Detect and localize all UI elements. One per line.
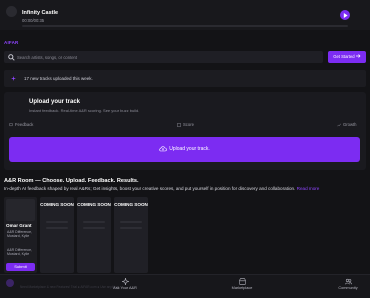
upload-track-button[interactable]: Upload your track. <box>9 137 360 162</box>
chat-icon <box>9 123 13 126</box>
ar-name: Omar Grant <box>6 223 32 228</box>
people-icon <box>344 278 352 285</box>
card-placeholder-line <box>46 221 68 223</box>
ar-photo <box>6 199 35 221</box>
nav-marketplace[interactable]: Marketplace <box>222 278 262 290</box>
nav-ask-ar-label: Ask Your A&R <box>113 286 137 290</box>
get-started-label: Get Started <box>333 54 355 59</box>
play-icon <box>343 12 348 18</box>
arroom-title: A&R Room — Choose. Upload. Feedback. Res… <box>4 178 139 184</box>
upload-track-label: Upload your track. <box>169 146 210 152</box>
nav-community[interactable]: Community <box>328 278 368 290</box>
growth-icon <box>337 123 341 127</box>
bottom-footnote: Need Marketplace & new Features! Trial ●… <box>20 285 119 289</box>
coming-soon-card: COMING SOON <box>114 197 148 273</box>
star-icon <box>177 123 181 127</box>
track-artwork[interactable] <box>6 6 17 17</box>
step-score: Score <box>177 122 194 127</box>
arroom-description: In-depth AI feedback shaped by real A&Rs… <box>4 186 366 191</box>
track-time: 00:00/00:35 <box>22 18 45 23</box>
card-placeholder-line <box>46 227 68 229</box>
sparkle-icon <box>121 278 129 285</box>
track-title: Infinity Castle <box>22 10 59 16</box>
card-placeholder-line <box>83 221 105 223</box>
playback-progress[interactable] <box>22 25 348 27</box>
search-icon <box>8 53 15 61</box>
coming-soon-card: COMING SOON <box>77 197 111 273</box>
ar-tags: A&R Difference, Mustard, Kylie <box>7 230 32 238</box>
arrow-right-icon <box>355 54 361 58</box>
now-playing-bar: Infinity Castle 00:00/00:35 <box>0 0 370 30</box>
card-placeholder-line <box>83 227 105 229</box>
search-input[interactable] <box>17 51 317 63</box>
step-growth: Growth <box>337 122 357 127</box>
cloud-upload-icon <box>159 146 167 152</box>
nav-marketplace-label: Marketplace <box>231 286 253 290</box>
bottom-nav: Need Marketplace & new Features! Trial ●… <box>0 274 370 298</box>
coming-soon-card: COMING SOON <box>40 197 74 273</box>
brand-logo[interactable]: AIFAR <box>4 40 19 45</box>
step-growth-label: Growth <box>343 122 357 127</box>
ar-tag: Mustard, Kylie <box>7 252 30 257</box>
upload-title: Upload your track <box>29 99 81 105</box>
coming-soon-label: COMING SOON <box>114 202 148 207</box>
ar-tag: Mustard, Kylie <box>7 234 30 239</box>
step-score-label: Score <box>183 122 194 127</box>
notice-text: 17 new tracks uploaded this week. <box>24 76 93 81</box>
step-feedback: Feedback <box>9 122 33 127</box>
submit-button[interactable]: Submit <box>6 263 35 271</box>
sparkle-icon <box>11 76 16 81</box>
user-avatar[interactable] <box>6 279 14 287</box>
store-icon <box>238 278 246 285</box>
ar-profile-card[interactable]: Omar Grant A&R Difference, Mustard, Kylie… <box>4 197 37 273</box>
search-bar[interactable] <box>4 51 323 63</box>
play-button[interactable] <box>340 10 350 20</box>
ar-tags-secondary: A&R Difference, Mustard, Kylie <box>7 248 32 256</box>
coming-soon-label: COMING SOON <box>40 202 74 207</box>
get-started-button[interactable]: Get Started <box>328 51 366 63</box>
card-placeholder-line <box>120 221 142 223</box>
read-more-link[interactable]: Read more <box>297 186 320 191</box>
arroom-description-text: In-depth AI feedback shaped by real A&Rs… <box>4 186 296 191</box>
upload-subtitle: Instant feedback. Real-time A&R scoring.… <box>29 108 140 113</box>
upload-card: Upload your track Instant feedback. Real… <box>4 92 366 170</box>
card-placeholder-line <box>120 227 142 229</box>
step-feedback-label: Feedback <box>15 122 34 127</box>
upload-notice: 17 new tracks uploaded this week. <box>4 70 366 87</box>
coming-soon-label: COMING SOON <box>77 202 111 207</box>
nav-ask-ar[interactable]: Ask Your A&R <box>105 278 145 290</box>
nav-community-label: Community <box>338 286 358 290</box>
